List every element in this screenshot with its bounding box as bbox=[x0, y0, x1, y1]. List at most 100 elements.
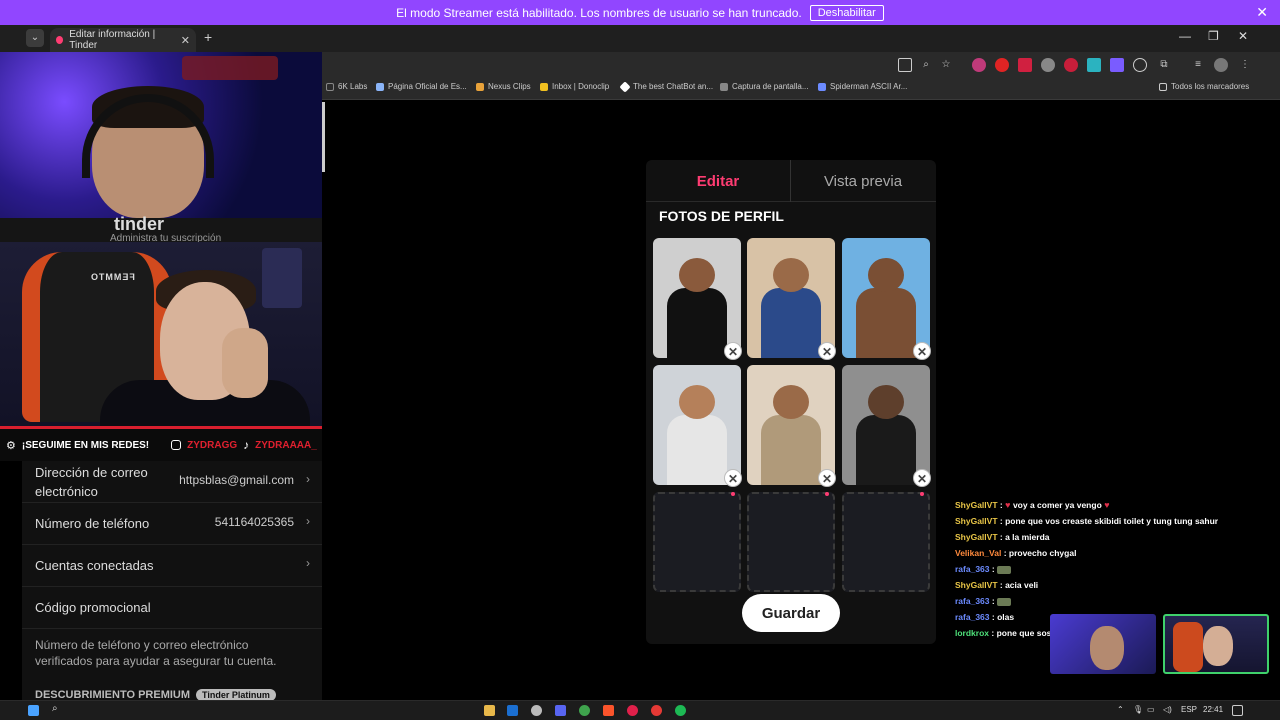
info-icon[interactable] bbox=[1133, 58, 1147, 72]
extension-icon[interactable] bbox=[1087, 58, 1101, 72]
discord-icon[interactable] bbox=[555, 705, 566, 716]
empty-photo-slot[interactable] bbox=[747, 492, 835, 592]
bookmark-icon bbox=[619, 80, 631, 93]
empty-photo-slot[interactable] bbox=[653, 492, 741, 592]
chat-username[interactable]: ShyGallVT bbox=[955, 516, 998, 526]
bookmark-item[interactable]: Spiderman ASCII Ar... bbox=[818, 82, 907, 91]
chrome-icon[interactable] bbox=[579, 705, 590, 716]
chat-username[interactable]: rafa_363 bbox=[955, 612, 990, 622]
chat-message: ShyGallVT : pone que vos creaste skibidi… bbox=[955, 513, 1275, 529]
chat-username[interactable]: lordkrox bbox=[955, 628, 989, 638]
chat-separator: : bbox=[1001, 548, 1009, 558]
profile-photo[interactable] bbox=[842, 238, 930, 358]
zoom-icon[interactable]: ⌕ bbox=[919, 58, 933, 72]
extension-icon[interactable] bbox=[995, 58, 1009, 72]
chevron-up-icon[interactable]: ⌃ bbox=[1117, 705, 1124, 714]
star-icon[interactable]: ☆ bbox=[939, 58, 953, 72]
all-bookmarks-button[interactable]: Todos los marcadores bbox=[1159, 82, 1249, 91]
app-icon[interactable] bbox=[531, 705, 542, 716]
clock[interactable]: 22:41 bbox=[1203, 705, 1223, 714]
bookmark-item[interactable]: 6K Labs bbox=[326, 82, 367, 91]
bookmark-icon bbox=[540, 82, 548, 91]
record-icon[interactable] bbox=[651, 705, 662, 716]
browser-tab[interactable]: Editar información | Tinder ✕ bbox=[50, 28, 196, 52]
tinder-logo: tinder bbox=[114, 214, 165, 234]
bookmark-item[interactable]: Página Oficial de Es... bbox=[376, 82, 467, 91]
chat-message: rafa_363 : bbox=[955, 593, 1275, 609]
profile-photo[interactable] bbox=[747, 365, 835, 485]
instagram-icon bbox=[171, 440, 182, 450]
tab-preview[interactable]: Vista previa bbox=[791, 160, 935, 202]
phone-row[interactable]: Número de teléfono 541164025365 › bbox=[22, 503, 322, 545]
chat-username[interactable]: rafa_363 bbox=[955, 596, 990, 606]
notifications-icon[interactable] bbox=[1232, 705, 1243, 716]
bookmark-item[interactable]: Inbox | Donoclip bbox=[540, 82, 609, 91]
volume-icon[interactable]: ◁) bbox=[1163, 705, 1172, 714]
brave-icon[interactable] bbox=[603, 705, 614, 716]
webcam-2: FEMMTO bbox=[0, 242, 322, 426]
cast-icon[interactable] bbox=[898, 58, 912, 72]
tab-edit[interactable]: Editar bbox=[646, 160, 790, 202]
chat-username[interactable]: ShyGallVT bbox=[955, 532, 998, 542]
bookmark-item[interactable]: The best ChatBot an... bbox=[619, 80, 713, 93]
bookmark-icon bbox=[818, 82, 826, 91]
photo-grid: ✕ ✕ ✕ ✕ ✕ ✕ bbox=[652, 238, 934, 598]
profile-avatar-icon[interactable] bbox=[1214, 58, 1228, 72]
remove-photo-icon[interactable]: ✕ bbox=[913, 469, 931, 487]
profile-photo[interactable] bbox=[747, 238, 835, 358]
extension-icon[interactable] bbox=[1041, 58, 1055, 72]
remove-photo-icon[interactable]: ✕ bbox=[724, 469, 742, 487]
remove-photo-icon[interactable]: ✕ bbox=[818, 342, 836, 360]
email-row[interactable]: Dirección de correo electrónico httpsbla… bbox=[22, 461, 322, 503]
profile-photo[interactable] bbox=[653, 365, 741, 485]
new-tab-button[interactable]: + bbox=[204, 29, 212, 45]
file-explorer-icon[interactable] bbox=[484, 705, 495, 716]
premium-label: DESCUBRIMIENTO PREMIUM bbox=[35, 689, 191, 700]
minimize-button[interactable]: — bbox=[1179, 29, 1191, 43]
remove-photo-icon[interactable]: ✕ bbox=[724, 342, 742, 360]
empty-photo-slot[interactable] bbox=[842, 492, 930, 592]
tinder-favicon-icon bbox=[56, 36, 64, 44]
photo-face bbox=[679, 258, 715, 292]
banner-close-icon[interactable]: ✕ bbox=[1256, 4, 1268, 21]
bookmark-item[interactable]: Nexus Clips bbox=[476, 82, 531, 91]
remove-photo-icon[interactable]: ✕ bbox=[913, 342, 931, 360]
network-icon[interactable]: ▭ bbox=[1147, 705, 1155, 714]
chair-logo: FEMMTO bbox=[90, 272, 135, 282]
extension-icon[interactable] bbox=[1064, 58, 1078, 72]
profile-photo[interactable] bbox=[653, 238, 741, 358]
editor-tabs: Editar Vista previa bbox=[646, 160, 936, 202]
save-button[interactable]: Guardar bbox=[742, 594, 840, 632]
language-indicator[interactable]: ESP bbox=[1181, 705, 1197, 714]
bookmark-item[interactable]: Captura de pantalla... bbox=[720, 82, 809, 91]
extension-icon[interactable] bbox=[1018, 58, 1032, 72]
disable-streamer-mode-button[interactable]: Deshabilitar bbox=[809, 4, 884, 21]
chat-username[interactable]: ShyGallVT bbox=[955, 580, 998, 590]
connected-accounts-row[interactable]: Cuentas conectadas › bbox=[22, 545, 322, 587]
bookmark-label: Inbox | Donoclip bbox=[552, 82, 610, 91]
restore-button[interactable]: ❐ bbox=[1208, 29, 1219, 43]
streamer-mode-banner: El modo Streamer está habilitado. Los no… bbox=[0, 0, 1280, 25]
steam-icon[interactable] bbox=[507, 705, 518, 716]
chat-username[interactable]: Velikan_Val bbox=[955, 548, 1001, 558]
scrollbar[interactable] bbox=[322, 102, 325, 172]
window-close-button[interactable]: ✕ bbox=[1238, 29, 1248, 43]
extension-icon[interactable] bbox=[1110, 58, 1124, 72]
reading-list-icon[interactable]: ≡ bbox=[1191, 58, 1205, 72]
chat-username[interactable]: rafa_363 bbox=[955, 564, 990, 574]
bookmark-icon bbox=[720, 82, 728, 91]
start-icon[interactable] bbox=[28, 705, 39, 716]
microphone-icon[interactable]: 🎙 bbox=[1133, 705, 1143, 714]
profile-photo[interactable] bbox=[842, 365, 930, 485]
media-icon[interactable] bbox=[627, 705, 638, 716]
spotify-icon[interactable] bbox=[675, 705, 686, 716]
remove-photo-icon[interactable]: ✕ bbox=[818, 469, 836, 487]
promo-code-row[interactable]: Código promocional bbox=[22, 587, 322, 629]
tab-list-button[interactable]: ⌄ bbox=[26, 29, 44, 47]
chat-username[interactable]: ShyGallVT bbox=[955, 500, 998, 510]
search-icon[interactable]: ⌕ bbox=[52, 703, 58, 714]
puzzle-icon[interactable]: ⧉ bbox=[1157, 58, 1171, 72]
extension-icon[interactable] bbox=[972, 58, 986, 72]
menu-icon[interactable]: ⋮ bbox=[1238, 58, 1252, 72]
tab-close-icon[interactable]: ✕ bbox=[181, 34, 190, 47]
